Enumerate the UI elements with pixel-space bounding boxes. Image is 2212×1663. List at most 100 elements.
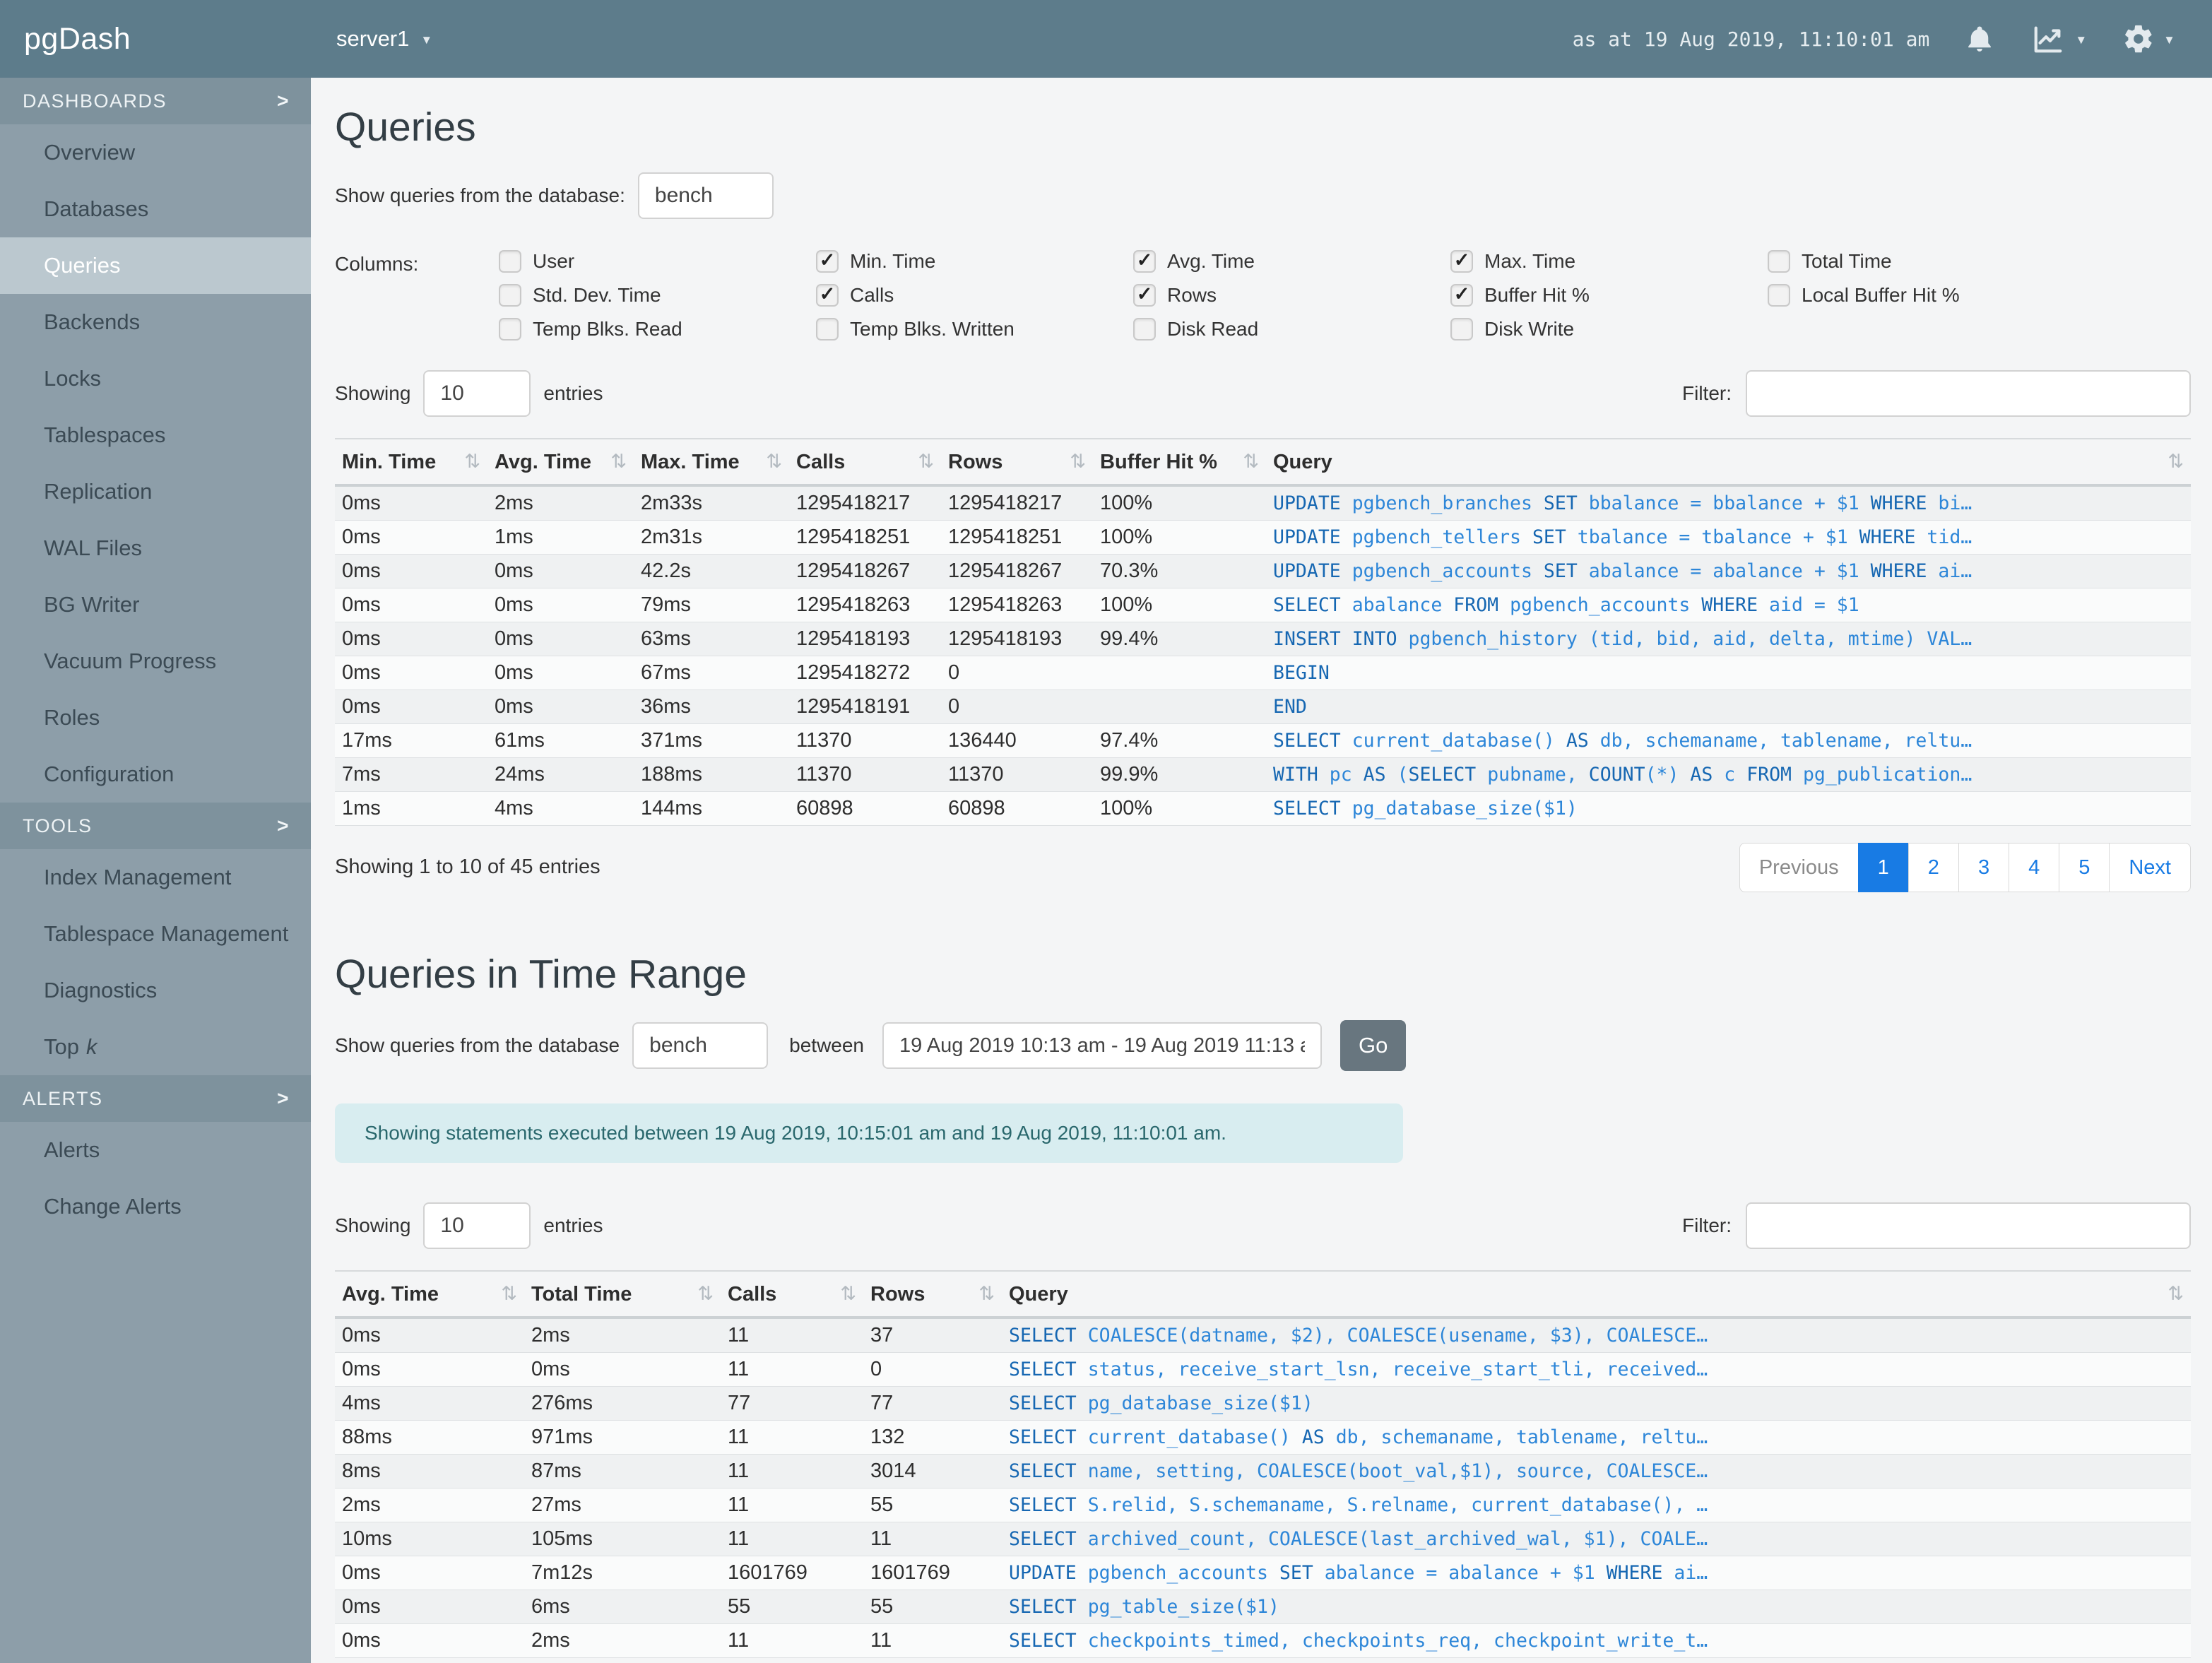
sidebar-item-vacuum-progress[interactable]: Vacuum Progress [0,633,311,690]
checkbox-temp-blks-written[interactable]: Temp Blks. Written [816,317,1133,341]
column-header-calls[interactable]: ⇅ Calls [721,1270,863,1320]
checkbox-max-time[interactable]: Max. Time [1450,249,1768,273]
unchecked-checkbox-icon[interactable] [1768,283,1790,307]
query-link[interactable]: SELECT archived_count, COALESCE(last_arc… [1002,1522,2191,1556]
database-input-2[interactable] [632,1022,769,1070]
query-link[interactable]: SELECT pg_database_size($1) [1266,791,2191,826]
sort-icon[interactable]: ⇅ [697,1283,714,1305]
sort-icon[interactable]: ⇅ [464,451,480,473]
query-link[interactable]: UPDATE pgbench_tellers SET tbalance = tb… [1266,519,2191,555]
charts-menu-button[interactable]: ▼ [2030,23,2087,55]
query-link[interactable]: UPDATE pgbench_branches SET bbalance = b… [1266,485,2191,521]
sidebar-item-locks[interactable]: Locks [0,350,311,407]
sidebar-item-roles[interactable]: Roles [0,690,311,746]
sort-icon[interactable]: ⇅ [2167,451,2184,473]
checked-checkbox-icon[interactable] [816,249,839,273]
sidebar-item-configuration[interactable]: Configuration [0,746,311,803]
checkbox-total-time[interactable]: Total Time [1768,249,2085,273]
sidebar-item-overview[interactable]: Overview [0,124,311,181]
sidebar-item-top-k[interactable]: Top k [0,1019,311,1075]
column-header-buffer-hit[interactable]: ⇅ Buffer Hit % [1093,437,1266,487]
sidebar-item-wal-files[interactable]: WAL Files [0,520,311,576]
pagination-page-2[interactable]: 2 [1908,842,1959,892]
sidebar-item-queries[interactable]: Queries [0,237,311,294]
pagination-page-4[interactable]: 4 [2009,842,2060,892]
sort-icon[interactable]: ⇅ [978,1283,995,1305]
sidebar-item-databases[interactable]: Databases [0,181,311,237]
checked-checkbox-icon[interactable] [816,283,839,307]
database-input[interactable] [637,172,774,219]
checkbox-min-time[interactable]: Min. Time [816,249,1133,273]
column-header-rows[interactable]: ⇅ Rows [863,1270,1002,1320]
unchecked-checkbox-icon[interactable] [499,249,521,273]
query-link[interactable]: SELECT pg_database_size($1) [1002,1386,2191,1421]
checked-checkbox-icon[interactable] [1133,283,1156,307]
pagination-page-5[interactable]: 5 [2059,842,2110,892]
sort-icon[interactable]: ⇅ [610,451,627,473]
sidebar-section-tools[interactable]: TOOLS > [0,803,311,849]
sidebar-item-replication[interactable]: Replication [0,463,311,520]
column-header-rows[interactable]: ⇅ Rows [941,437,1093,487]
brand-logo[interactable]: pgDash [0,22,311,57]
checkbox-local-buffer-hit[interactable]: Local Buffer Hit % [1768,283,2085,307]
pagination-next[interactable]: Next [2109,842,2191,892]
page-size-input-2[interactable] [423,1202,531,1250]
query-link[interactable]: SELECT pg_table_size($1) [1002,1590,2191,1624]
query-link[interactable]: SELECT current_database() AS db, scheman… [1002,1420,2191,1455]
query-link[interactable]: END [1266,689,2191,724]
checkbox-user[interactable]: User [499,249,816,273]
query-link[interactable]: UPDATE pgbench_accounts SET abalance = a… [1002,1556,2191,1590]
column-header-avg-time[interactable]: ⇅ Avg. Time [487,437,634,487]
column-header-max-time[interactable]: ⇅ Max. Time [634,437,789,487]
unchecked-checkbox-icon[interactable] [1450,317,1473,341]
sidebar-item-index-management[interactable]: Index Management [0,849,311,906]
query-link[interactable]: SELECT abalance FROM pgbench_accounts WH… [1266,587,2191,622]
checkbox-calls[interactable]: Calls [816,283,1133,307]
go-button[interactable]: Go [1340,1020,1407,1072]
sidebar-item-bg-writer[interactable]: BG Writer [0,576,311,633]
sidebar-item-tablespaces[interactable]: Tablespaces [0,407,311,463]
query-link[interactable]: INSERT INTO pgbench_history (tid, bid, a… [1266,621,2191,656]
checkbox-avg-time[interactable]: Avg. Time [1133,249,1450,273]
server-selector[interactable]: server1 ▼ [336,26,432,52]
filter-input[interactable] [1746,369,2191,417]
unchecked-checkbox-icon[interactable] [1133,317,1156,341]
column-header-query[interactable]: ⇅ Query [1266,437,2191,487]
sort-icon[interactable]: ⇅ [766,451,782,473]
query-link[interactable]: SELECT S.relid, S.schemaname, S.relname,… [1002,1488,2191,1522]
pagination-previous[interactable]: Previous [1739,842,1859,892]
unchecked-checkbox-icon[interactable] [499,283,521,307]
unchecked-checkbox-icon[interactable] [816,317,839,341]
sidebar-section-dashboards[interactable]: DASHBOARDS > [0,78,311,124]
settings-menu-button[interactable]: ▼ [2122,23,2175,55]
column-header-calls[interactable]: ⇅ Calls [789,437,941,487]
checked-checkbox-icon[interactable] [1133,249,1156,273]
pagination-page-1[interactable]: 1 [1857,842,1909,892]
column-header-total-time[interactable]: ⇅ Total Time [524,1270,721,1320]
unchecked-checkbox-icon[interactable] [1768,249,1790,273]
sort-icon[interactable]: ⇅ [2167,1283,2184,1305]
sidebar-section-alerts[interactable]: ALERTS > [0,1075,311,1122]
pagination-page-3[interactable]: 3 [1958,842,2010,892]
checkbox-rows[interactable]: Rows [1133,283,1450,307]
checkbox-std-dev-time[interactable]: Std. Dev. Time [499,283,816,307]
query-link[interactable]: SELECT status, receive_start_lsn, receiv… [1002,1352,2191,1387]
sidebar-item-diagnostics[interactable]: Diagnostics [0,962,311,1019]
sort-icon[interactable]: ⇅ [501,1283,517,1305]
query-link[interactable]: SELECT COALESCE(datname, $2), COALESCE(u… [1002,1317,2191,1353]
query-link[interactable]: BEGIN [1266,655,2191,690]
sort-icon[interactable]: ⇅ [1070,451,1086,473]
checked-checkbox-icon[interactable] [1450,249,1473,273]
sidebar-item-alerts[interactable]: Alerts [0,1122,311,1178]
query-link[interactable]: SELECT checkpoints_timed, checkpoints_re… [1002,1623,2191,1659]
column-header-min-time[interactable]: ⇅ Min. Time [335,437,487,487]
page-size-input[interactable] [423,369,531,417]
unchecked-checkbox-icon[interactable] [499,317,521,341]
query-link[interactable]: WITH pc AS (SELECT pubname, COUNT(*) AS … [1266,757,2191,792]
sort-icon[interactable]: ⇅ [918,451,934,473]
sidebar-item-backends[interactable]: Backends [0,294,311,350]
sidebar-item-tablespace-management[interactable]: Tablespace Management [0,906,311,962]
checked-checkbox-icon[interactable] [1450,283,1473,307]
column-header-avg-time[interactable]: ⇅ Avg. Time [335,1270,524,1320]
query-link[interactable]: SELECT current_database() AS db, scheman… [1266,723,2191,758]
